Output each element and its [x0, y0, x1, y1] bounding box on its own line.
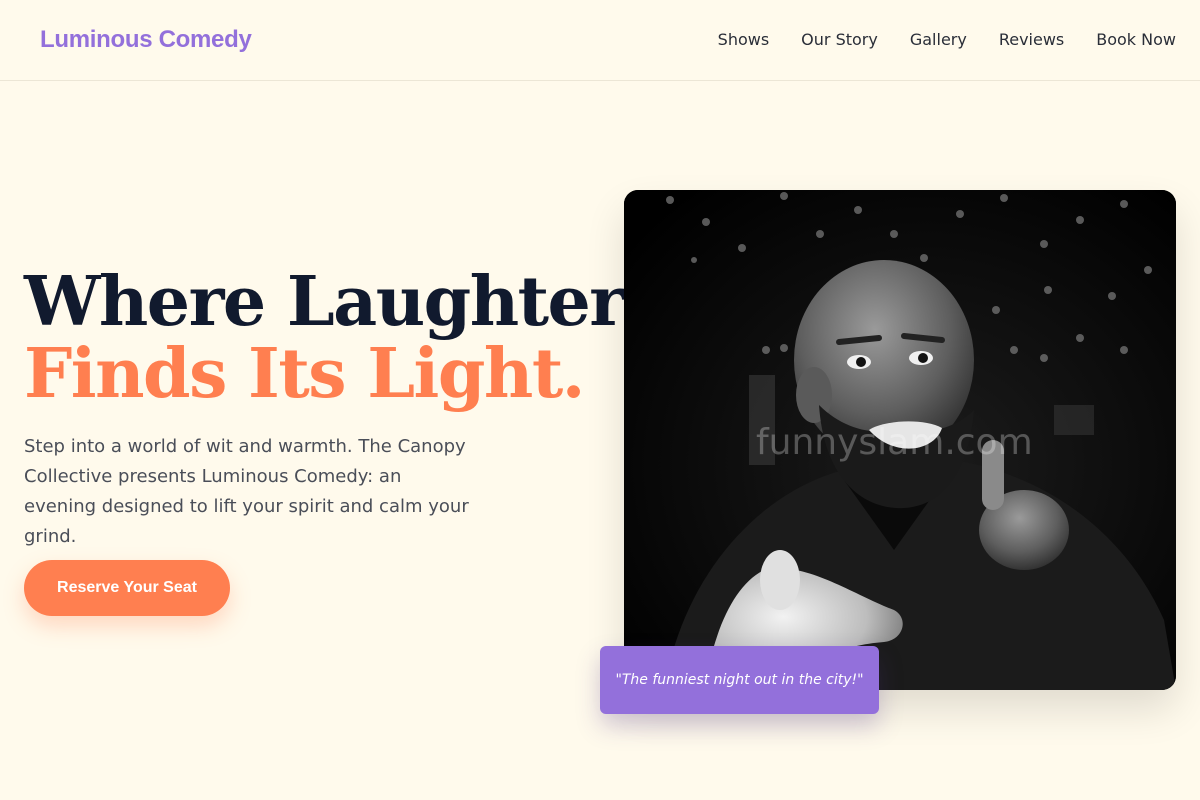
nav-link-gallery[interactable]: Gallery — [910, 30, 967, 49]
headline-line-1: Where Laughter — [24, 262, 625, 342]
comedian-photo: funnyslam.com — [624, 190, 1176, 690]
hero-headline: Where Laughter Finds Its Light. — [24, 262, 625, 414]
testimonial-quote-card: "The funniest night out in the city!" — [600, 646, 879, 714]
reserve-seat-button[interactable]: Reserve Your Seat — [24, 560, 230, 616]
site-header: Luminous Comedy Shows Our Story Gallery … — [0, 0, 1200, 81]
headline-line-2: Finds Its Light. — [24, 334, 585, 414]
nav-link-reviews[interactable]: Reviews — [999, 30, 1064, 49]
testimonial-quote-text: "The funniest night out in the city!" — [615, 672, 864, 688]
hero-description: Step into a world of wit and warmth. The… — [24, 436, 469, 547]
main-nav: Shows Our Story Gallery Reviews Book Now — [718, 30, 1176, 49]
brand-logo-link[interactable]: Luminous Comedy — [40, 26, 252, 54]
nav-link-shows[interactable]: Shows — [718, 30, 770, 49]
photo-watermark: funnyslam.com — [756, 422, 1033, 463]
nav-link-our-story[interactable]: Our Story — [801, 30, 878, 49]
nav-link-book-now[interactable]: Book Now — [1096, 30, 1176, 49]
